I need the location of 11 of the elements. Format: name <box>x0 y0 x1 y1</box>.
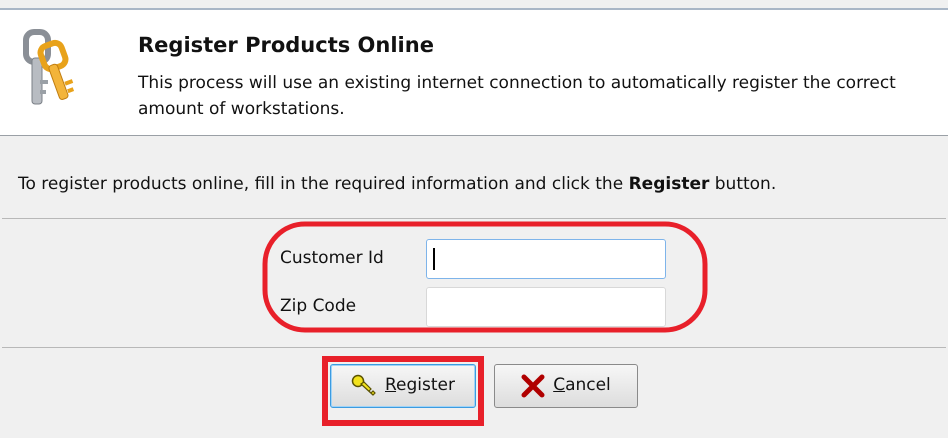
dialog-title: Register Products Online <box>138 32 435 59</box>
field-label: Customer Id <box>280 246 385 270</box>
input-field[interactable] <box>426 286 666 326</box>
instruction-text: To register products online, fill in the required information and click the Register button. <box>18 174 776 194</box>
field-label: Zip Code <box>280 294 358 318</box>
key-icon <box>350 374 377 398</box>
close-icon <box>521 374 546 398</box>
input-field[interactable] <box>426 238 666 278</box>
register-button[interactable]: Register <box>330 364 476 408</box>
cancel-button[interactable]: Cancel <box>494 364 638 408</box>
dialog-description: This process will use an existing internet connection to automatically register the correct amount of workstations. <box>138 72 897 120</box>
